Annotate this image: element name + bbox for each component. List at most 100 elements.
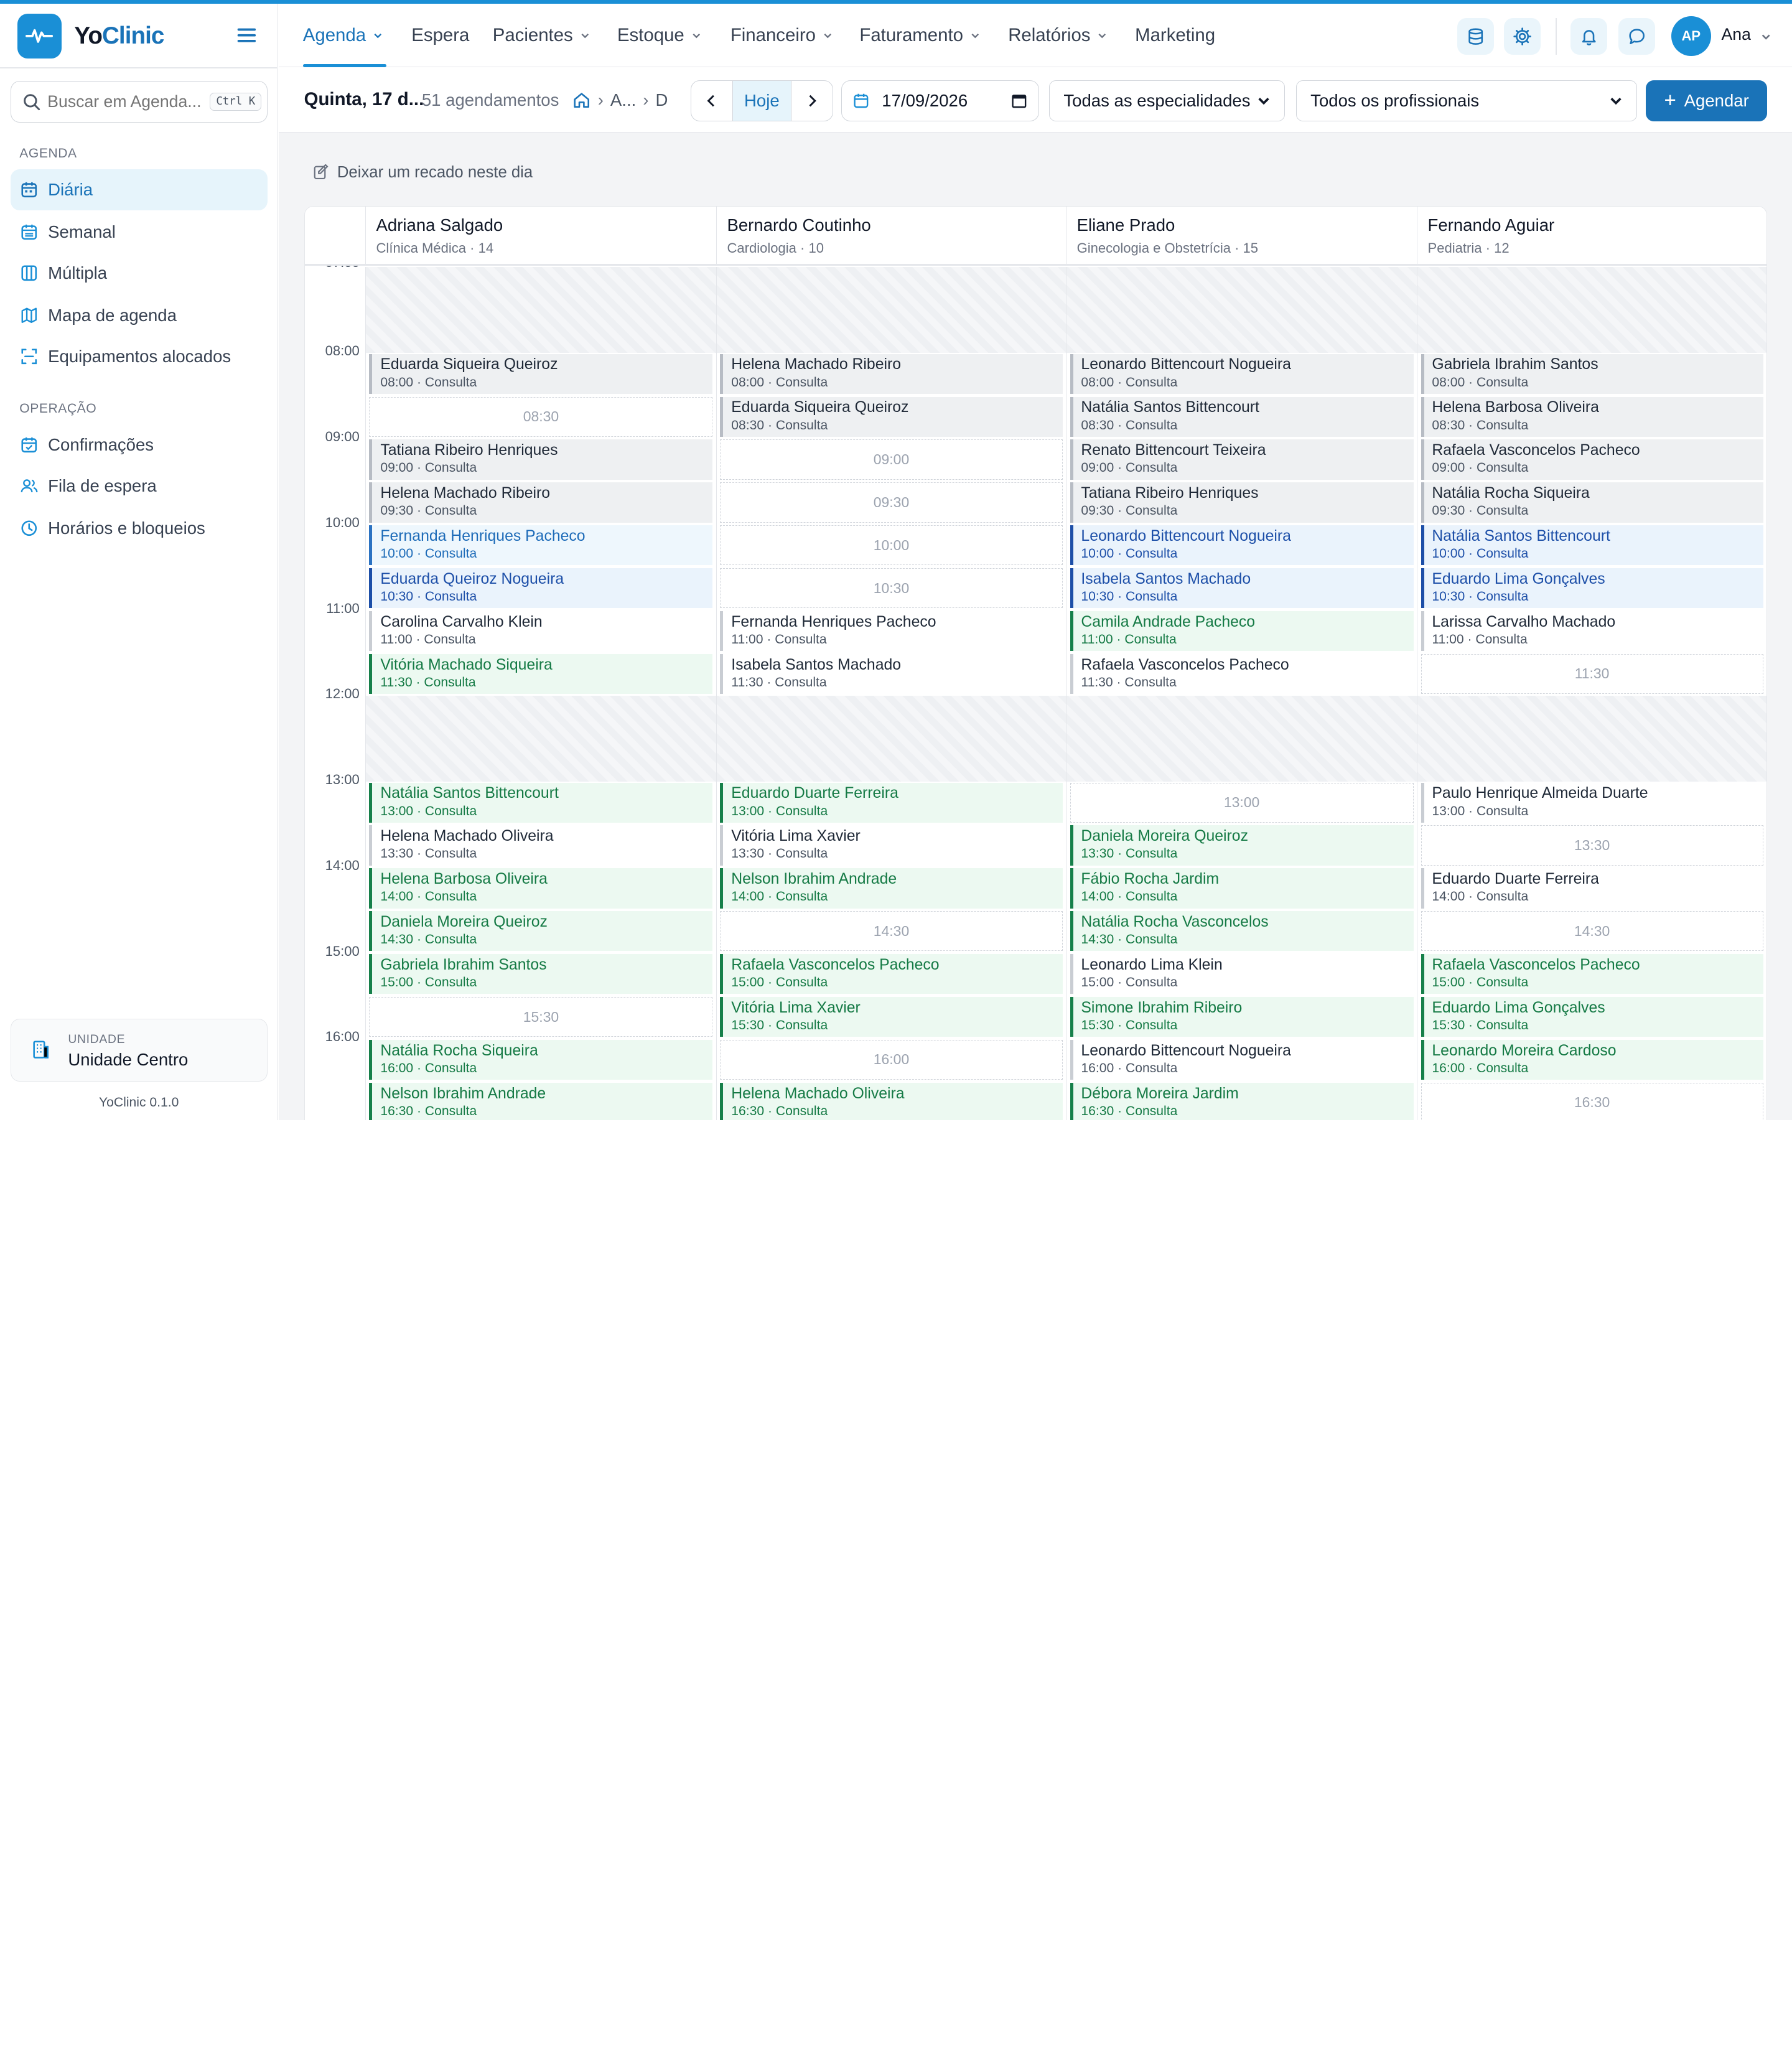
database-icon[interactable] bbox=[1457, 18, 1494, 55]
nav-agenda[interactable]: Agenda bbox=[303, 4, 383, 68]
appointment-card[interactable]: Rafaela Vasconcelos Pacheco 11:30 · Consu… bbox=[1070, 653, 1414, 695]
free-slot[interactable]: 09:30 bbox=[720, 482, 1063, 523]
free-slot[interactable]: 15:30 bbox=[369, 996, 713, 1037]
appointment-card[interactable]: Eduardo Duarte Ferreira 13:00 · Consulta bbox=[720, 782, 1063, 823]
appointment-card[interactable]: Daniela Moreira Queiroz 13:30 · Consulta bbox=[1070, 825, 1414, 866]
appointment-card[interactable]: Camila Andrade Pacheco 11:00 · Consulta bbox=[1070, 610, 1414, 652]
free-slot[interactable]: 08:30 bbox=[369, 396, 713, 437]
nav-relatorios[interactable]: Relatórios bbox=[1008, 4, 1108, 68]
appointment-card[interactable]: Nelson Ibrahim Andrade 16:30 · Consulta bbox=[369, 1082, 713, 1121]
avatar[interactable]: AP bbox=[1671, 16, 1711, 56]
appointment-card[interactable]: Helena Machado Oliveira 13:30 · Consulta bbox=[369, 825, 713, 866]
appointment-card[interactable]: Rafaela Vasconcelos Pacheco 15:00 · Consu… bbox=[1421, 954, 1763, 994]
search-input[interactable] bbox=[47, 91, 205, 111]
search-box[interactable]: Ctrl K bbox=[10, 81, 268, 123]
professional-select[interactable]: Todos os profissionais bbox=[1296, 80, 1637, 121]
appointment-card[interactable]: Isabela Santos Machado 11:30 · Consulta bbox=[720, 653, 1063, 695]
appointment-card[interactable]: Fernanda Henriques Pacheco 10:00 · Consul… bbox=[369, 525, 713, 566]
unit-selector[interactable]: UNIDADE Unidade Centro bbox=[10, 1018, 268, 1082]
nav-marketing[interactable]: Marketing bbox=[1135, 4, 1215, 68]
free-slot[interactable]: 13:00 bbox=[1070, 782, 1414, 823]
prev-day-button[interactable] bbox=[691, 81, 732, 121]
appointment-card[interactable]: Leonardo Bittencourt Nogueira 16:00 · Con… bbox=[1070, 1039, 1414, 1080]
sidebar-item-diaria[interactable]: Diária bbox=[10, 169, 268, 210]
appointment-card[interactable]: Fernanda Henriques Pacheco 11:00 · Consul… bbox=[720, 610, 1063, 652]
appointment-card[interactable]: Renato Bittencourt Teixeira 09:00 · Consu… bbox=[1070, 439, 1414, 480]
appointment-card[interactable]: Nelson Ibrahim Andrade 14:00 · Consulta bbox=[720, 868, 1063, 909]
appointment-card[interactable]: Gabriela Ibrahim Santos 08:00 · Consulta bbox=[1421, 353, 1763, 394]
appointment-card[interactable]: Isabela Santos Machado 10:30 · Consulta bbox=[1070, 568, 1414, 609]
free-slot[interactable]: 16:30 bbox=[1421, 1082, 1763, 1121]
appointment-card[interactable]: Helena Barbosa Oliveira 14:00 · Consulta bbox=[369, 868, 713, 909]
free-slot[interactable]: 16:00 bbox=[720, 1039, 1063, 1080]
free-slot[interactable]: 11:30 bbox=[1421, 653, 1763, 695]
sidebar-item-fila[interactable]: Fila de espera bbox=[11, 465, 268, 507]
sidebar-item-semanal[interactable]: Semanal bbox=[11, 212, 268, 253]
appointment-card[interactable]: Débora Moreira Jardim 16:30 · Consulta bbox=[1070, 1082, 1414, 1121]
today-button[interactable]: Hoje bbox=[732, 80, 792, 121]
user-name[interactable]: Ana bbox=[1722, 25, 1751, 44]
appointment-card[interactable]: Helena Machado Ribeiro 09:30 · Consulta bbox=[369, 482, 713, 523]
appointment-card[interactable]: Leonardo Lima Klein 15:00 · Consulta bbox=[1070, 954, 1414, 994]
day-note-link[interactable]: Deixar um recado neste dia bbox=[313, 164, 533, 182]
professional-header[interactable]: Adriana Salgado Clínica Médica · 14 bbox=[365, 206, 716, 266]
professional-header[interactable]: Eliane Prado Ginecologia e Obstetrícia · … bbox=[1066, 206, 1417, 266]
nav-faturamento[interactable]: Faturamento bbox=[859, 4, 980, 68]
appointment-card[interactable]: Carolina Carvalho Klein 11:00 · Consulta bbox=[369, 610, 713, 652]
professional-header[interactable]: Fernando Aguiar Pediatria · 12 bbox=[1417, 206, 1766, 266]
free-slot[interactable]: 10:00 bbox=[720, 525, 1063, 566]
professional-header[interactable]: Bernardo Coutinho Cardiologia · 10 bbox=[716, 206, 1066, 266]
appointment-card[interactable]: Natália Santos Bittencourt 08:30 · Consul… bbox=[1070, 396, 1414, 437]
appointment-card[interactable]: Fábio Rocha Jardim 14:00 · Consulta bbox=[1070, 868, 1414, 909]
appointment-card[interactable]: Eduarda Queiroz Nogueira 10:30 · Consulta bbox=[369, 568, 713, 609]
appointment-card[interactable]: Gabriela Ibrahim Santos 15:00 · Consulta bbox=[369, 954, 713, 994]
appointment-card[interactable]: Paulo Henrique Almeida Duarte 13:00 · Con… bbox=[1421, 782, 1763, 823]
appointment-card[interactable]: Vitória Lima Xavier 15:30 · Consulta bbox=[720, 996, 1063, 1037]
nav-financeiro[interactable]: Financeiro bbox=[730, 4, 833, 68]
free-slot[interactable]: 09:00 bbox=[720, 439, 1063, 480]
appointment-card[interactable]: Natália Santos Bittencourt 10:00 · Consul… bbox=[1421, 525, 1763, 566]
appointment-card[interactable]: Larissa Carvalho Machado 11:00 · Consulta bbox=[1421, 610, 1763, 652]
appointment-card[interactable]: Eduarda Siqueira Queiroz 08:30 · Consulta bbox=[720, 396, 1063, 437]
sidebar-item-mapa[interactable]: Mapa de agenda bbox=[11, 295, 268, 336]
appointment-card[interactable]: Natália Rocha Vasconcelos 14:30 · Consult… bbox=[1070, 911, 1414, 952]
date-picker[interactable]: 17/09/2026 bbox=[841, 80, 1039, 121]
nav-estoque[interactable]: Estoque bbox=[617, 4, 701, 68]
appointment-card[interactable]: Tatiana Ribeiro Henriques 09:30 · Consult… bbox=[1070, 482, 1414, 523]
appointment-card[interactable]: Helena Barbosa Oliveira 08:30 · Consulta bbox=[1421, 396, 1763, 437]
appointment-card[interactable]: Eduarda Siqueira Queiroz 08:00 · Consulta bbox=[369, 353, 713, 394]
sidebar-item-multipla[interactable]: Múltipla bbox=[11, 253, 268, 294]
appointment-card[interactable]: Leonardo Bittencourt Nogueira 10:00 · Con… bbox=[1070, 525, 1414, 566]
appointment-card[interactable]: Rafaela Vasconcelos Pacheco 09:00 · Consu… bbox=[1421, 439, 1763, 480]
nav-espera[interactable]: Espera bbox=[411, 4, 469, 68]
appointment-card[interactable]: Natália Rocha Siqueira 09:30 · Consulta bbox=[1421, 482, 1763, 523]
next-day-button[interactable] bbox=[791, 81, 833, 121]
specialty-select[interactable]: Todas as especialidades bbox=[1049, 80, 1285, 121]
appointment-card[interactable]: Natália Rocha Siqueira 16:00 · Consulta bbox=[369, 1039, 713, 1080]
schedule-button[interactable]: + Agendar bbox=[1646, 80, 1767, 121]
appointment-card[interactable]: Vitória Machado Siqueira 11:30 · Consulta bbox=[369, 653, 713, 695]
calendar-picker-icon[interactable] bbox=[1011, 93, 1027, 109]
free-slot[interactable]: 10:30 bbox=[720, 568, 1063, 609]
appointment-card[interactable]: Helena Machado Ribeiro 08:00 · Consulta bbox=[720, 353, 1063, 394]
free-slot[interactable]: 14:30 bbox=[720, 911, 1063, 952]
chat-icon[interactable] bbox=[1618, 18, 1655, 55]
nav-pacientes[interactable]: Pacientes bbox=[493, 4, 590, 68]
chevron-down-icon[interactable] bbox=[1760, 31, 1771, 42]
bell-icon[interactable] bbox=[1570, 18, 1607, 55]
appointment-card[interactable]: Helena Machado Oliveira 16:30 · Consulta bbox=[720, 1082, 1063, 1121]
appointment-card[interactable]: Vitória Lima Xavier 13:30 · Consulta bbox=[720, 825, 1063, 866]
brand[interactable]: YoClinic bbox=[17, 14, 164, 58]
free-slot[interactable]: 13:30 bbox=[1421, 825, 1763, 866]
sidebar-item-equipamentos[interactable]: Equipamentos alocados bbox=[11, 336, 268, 377]
free-slot[interactable]: 14:30 bbox=[1421, 911, 1763, 952]
sidebar-item-horarios[interactable]: Horários e bloqueios bbox=[11, 508, 268, 549]
home-icon[interactable] bbox=[572, 91, 590, 109]
appointment-card[interactable]: Natália Santos Bittencourt 13:00 · Consul… bbox=[369, 782, 713, 823]
appointment-card[interactable]: Tatiana Ribeiro Henriques 09:00 · Consult… bbox=[369, 439, 713, 480]
menu-icon[interactable] bbox=[235, 26, 258, 44]
appointment-card[interactable]: Daniela Moreira Queiroz 14:30 · Consulta bbox=[369, 911, 713, 952]
appointment-card[interactable]: Eduardo Duarte Ferreira 14:00 · Consulta bbox=[1421, 868, 1763, 909]
gear-icon[interactable] bbox=[1504, 18, 1541, 55]
appointment-card[interactable]: Leonardo Bittencourt Nogueira 08:00 · Con… bbox=[1070, 353, 1414, 394]
